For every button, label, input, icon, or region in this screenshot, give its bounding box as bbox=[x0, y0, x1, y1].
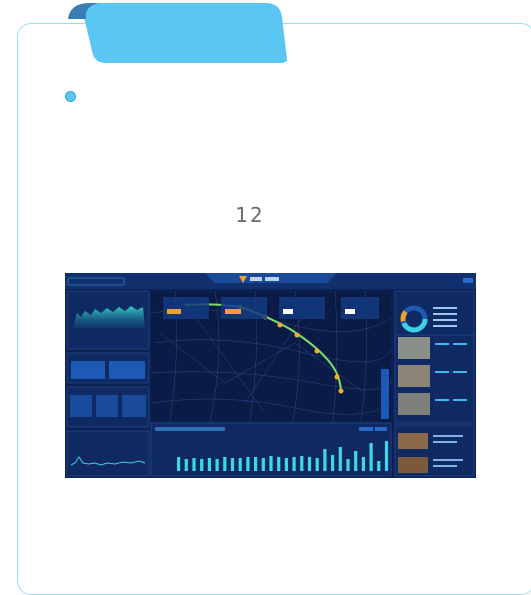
bullet-dot bbox=[65, 91, 76, 102]
chart-bar bbox=[284, 458, 288, 471]
chart-bar bbox=[223, 457, 227, 471]
chart-bar bbox=[192, 458, 196, 471]
chart-bar bbox=[361, 457, 365, 471]
chart-bar bbox=[307, 457, 312, 471]
dashboard-screenshot bbox=[65, 273, 476, 478]
chart-bar bbox=[230, 458, 235, 471]
chart-bar bbox=[207, 458, 211, 471]
chart-bar bbox=[238, 458, 242, 471]
header-tab bbox=[68, 3, 288, 63]
chart-bar bbox=[377, 461, 381, 471]
chart-bar bbox=[261, 458, 265, 471]
chart-bar bbox=[277, 457, 281, 471]
chart-bar bbox=[246, 457, 250, 471]
chart-bar bbox=[369, 443, 373, 471]
chart-bar bbox=[315, 458, 319, 471]
step-number: 12 bbox=[235, 203, 265, 227]
chart-bar bbox=[300, 456, 304, 471]
chart-bar bbox=[323, 449, 327, 471]
chart-bar bbox=[346, 459, 350, 471]
chart-bar bbox=[184, 459, 188, 471]
chart-bar bbox=[338, 447, 342, 471]
chart-bar bbox=[200, 459, 204, 471]
chart-bar bbox=[384, 441, 389, 471]
chart-bar bbox=[269, 456, 273, 471]
chart-bar bbox=[177, 457, 181, 471]
dashboard-image bbox=[65, 273, 476, 478]
chart-bar bbox=[331, 455, 335, 471]
chart-bar bbox=[215, 459, 219, 471]
chart-bar bbox=[292, 457, 296, 471]
chart-bar bbox=[354, 451, 358, 471]
chart-bar bbox=[254, 457, 258, 471]
